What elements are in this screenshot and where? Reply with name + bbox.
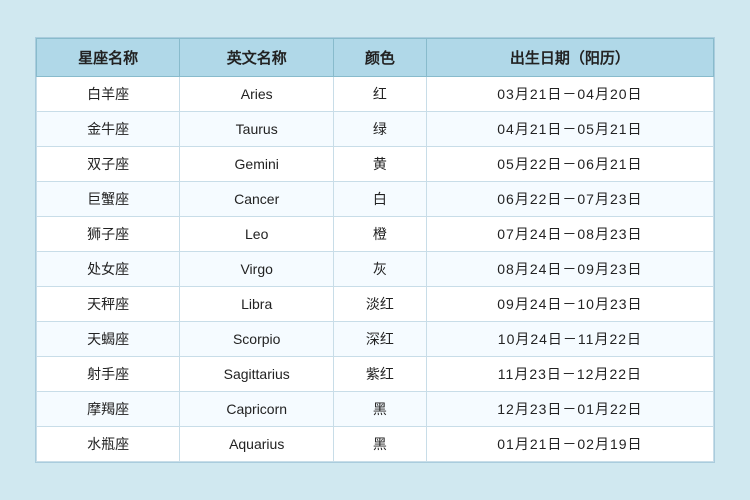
cell-dates: 06月22日－07月23日 bbox=[426, 182, 713, 217]
zodiac-table-container: 星座名称 英文名称 颜色 出生日期（阳历） 白羊座Aries红03月21日－04… bbox=[35, 37, 715, 463]
cell-chinese-name: 水瓶座 bbox=[37, 427, 180, 462]
cell-color: 灰 bbox=[334, 252, 427, 287]
cell-chinese-name: 天秤座 bbox=[37, 287, 180, 322]
table-row: 水瓶座Aquarius黑01月21日－02月19日 bbox=[37, 427, 714, 462]
cell-chinese-name: 摩羯座 bbox=[37, 392, 180, 427]
cell-chinese-name: 天蝎座 bbox=[37, 322, 180, 357]
table-header-row: 星座名称 英文名称 颜色 出生日期（阳历） bbox=[37, 39, 714, 77]
cell-english-name: Sagittarius bbox=[180, 357, 334, 392]
cell-color: 黑 bbox=[334, 427, 427, 462]
header-birth-date: 出生日期（阳历） bbox=[426, 39, 713, 77]
table-row: 双子座Gemini黄05月22日－06月21日 bbox=[37, 147, 714, 182]
cell-dates: 04月21日－05月21日 bbox=[426, 112, 713, 147]
cell-dates: 12月23日－01月22日 bbox=[426, 392, 713, 427]
table-row: 处女座Virgo灰08月24日－09月23日 bbox=[37, 252, 714, 287]
table-body: 白羊座Aries红03月21日－04月20日金牛座Taurus绿04月21日－0… bbox=[37, 77, 714, 462]
table-row: 射手座Sagittarius紫红11月23日－12月22日 bbox=[37, 357, 714, 392]
cell-chinese-name: 双子座 bbox=[37, 147, 180, 182]
cell-english-name: Cancer bbox=[180, 182, 334, 217]
cell-dates: 01月21日－02月19日 bbox=[426, 427, 713, 462]
cell-chinese-name: 狮子座 bbox=[37, 217, 180, 252]
cell-color: 红 bbox=[334, 77, 427, 112]
cell-color: 深红 bbox=[334, 322, 427, 357]
table-row: 狮子座Leo橙07月24日－08月23日 bbox=[37, 217, 714, 252]
table-row: 白羊座Aries红03月21日－04月20日 bbox=[37, 77, 714, 112]
header-chinese-name: 星座名称 bbox=[37, 39, 180, 77]
cell-english-name: Leo bbox=[180, 217, 334, 252]
table-row: 巨蟹座Cancer白06月22日－07月23日 bbox=[37, 182, 714, 217]
table-row: 天秤座Libra淡红09月24日－10月23日 bbox=[37, 287, 714, 322]
cell-dates: 09月24日－10月23日 bbox=[426, 287, 713, 322]
cell-english-name: Scorpio bbox=[180, 322, 334, 357]
cell-color: 紫红 bbox=[334, 357, 427, 392]
cell-chinese-name: 处女座 bbox=[37, 252, 180, 287]
header-english-name: 英文名称 bbox=[180, 39, 334, 77]
cell-color: 黄 bbox=[334, 147, 427, 182]
cell-chinese-name: 巨蟹座 bbox=[37, 182, 180, 217]
table-row: 天蝎座Scorpio深红10月24日－11月22日 bbox=[37, 322, 714, 357]
cell-chinese-name: 射手座 bbox=[37, 357, 180, 392]
cell-chinese-name: 金牛座 bbox=[37, 112, 180, 147]
cell-english-name: Aquarius bbox=[180, 427, 334, 462]
cell-color: 橙 bbox=[334, 217, 427, 252]
cell-english-name: Capricorn bbox=[180, 392, 334, 427]
cell-dates: 10月24日－11月22日 bbox=[426, 322, 713, 357]
table-row: 金牛座Taurus绿04月21日－05月21日 bbox=[37, 112, 714, 147]
cell-color: 淡红 bbox=[334, 287, 427, 322]
cell-color: 黑 bbox=[334, 392, 427, 427]
cell-english-name: Aries bbox=[180, 77, 334, 112]
cell-chinese-name: 白羊座 bbox=[37, 77, 180, 112]
zodiac-table: 星座名称 英文名称 颜色 出生日期（阳历） 白羊座Aries红03月21日－04… bbox=[36, 38, 714, 462]
cell-english-name: Gemini bbox=[180, 147, 334, 182]
cell-dates: 07月24日－08月23日 bbox=[426, 217, 713, 252]
cell-dates: 03月21日－04月20日 bbox=[426, 77, 713, 112]
cell-english-name: Virgo bbox=[180, 252, 334, 287]
cell-dates: 08月24日－09月23日 bbox=[426, 252, 713, 287]
cell-color: 白 bbox=[334, 182, 427, 217]
cell-dates: 11月23日－12月22日 bbox=[426, 357, 713, 392]
cell-english-name: Taurus bbox=[180, 112, 334, 147]
cell-color: 绿 bbox=[334, 112, 427, 147]
cell-dates: 05月22日－06月21日 bbox=[426, 147, 713, 182]
header-color: 颜色 bbox=[334, 39, 427, 77]
cell-english-name: Libra bbox=[180, 287, 334, 322]
table-row: 摩羯座Capricorn黑12月23日－01月22日 bbox=[37, 392, 714, 427]
